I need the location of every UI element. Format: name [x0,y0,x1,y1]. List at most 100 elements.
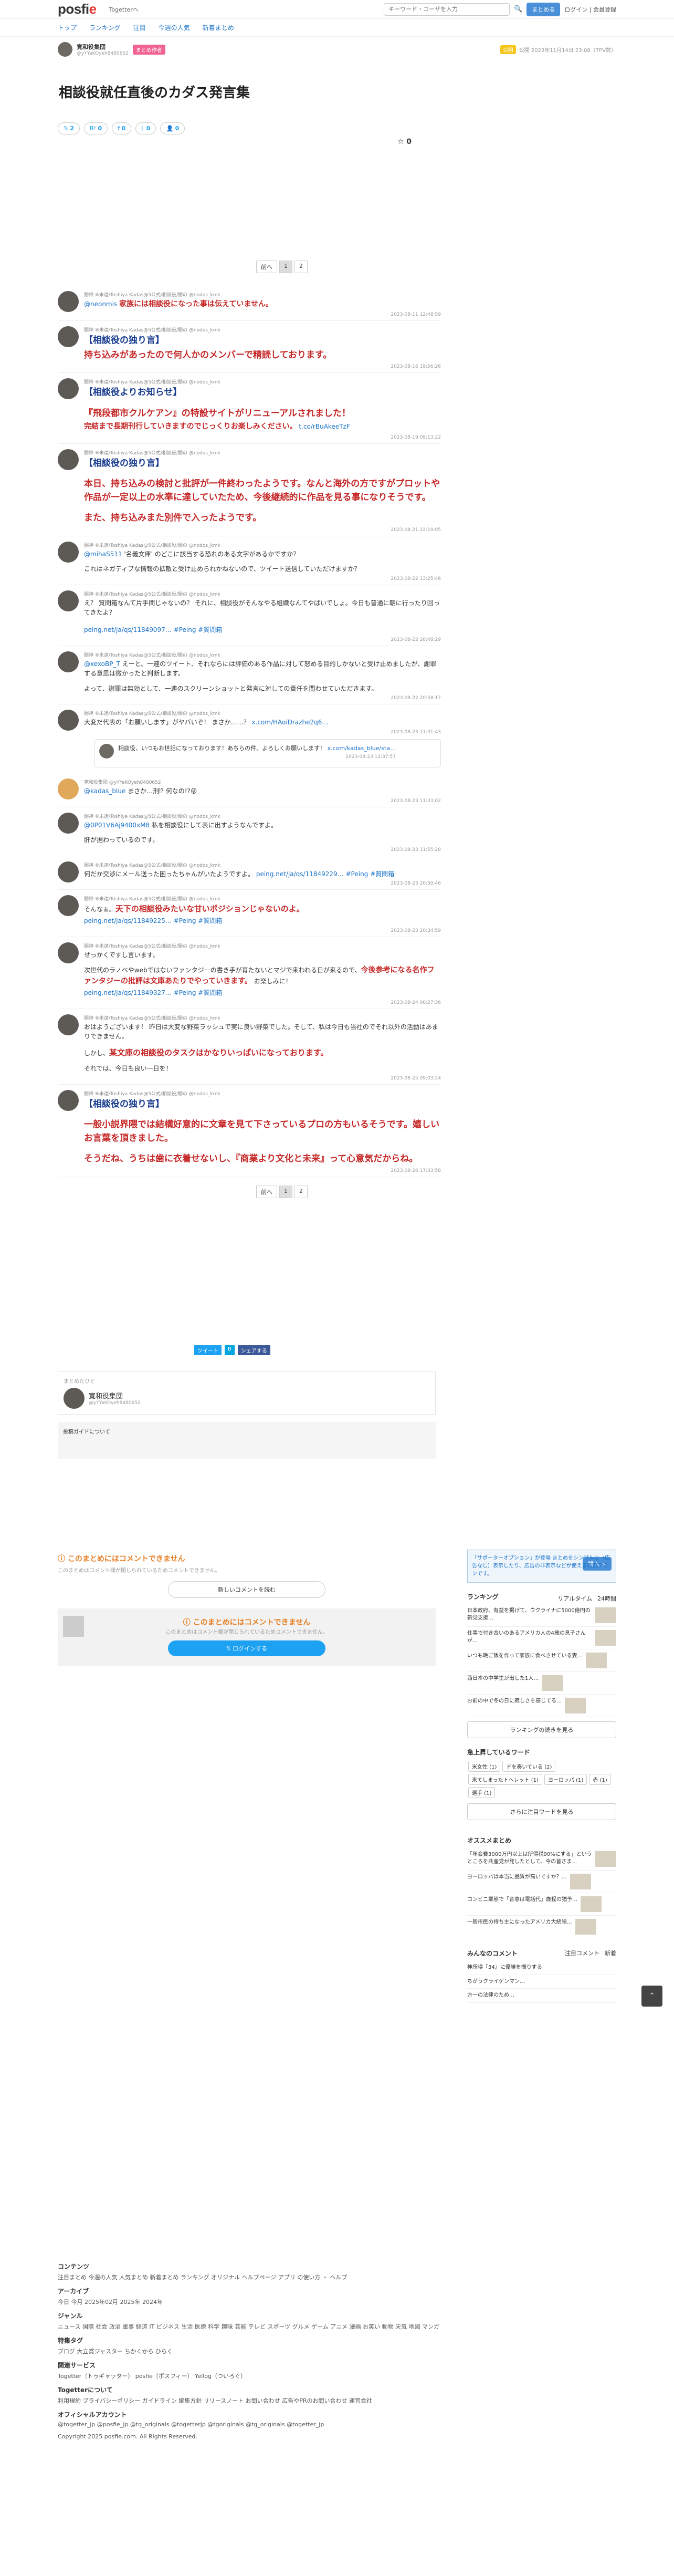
togetter-link[interactable]: Togetterへ [109,5,139,14]
matomeru-button[interactable]: まとめる [526,2,561,16]
recommended-item[interactable]: 「年会費3000万円以上は所得税90%にする」というところを共産党が発したとして… [467,1848,616,1871]
tweet-author[interactable]: 闇神 ⑥未達/Toshiya Kadas@5公式/相談役/闇の @nodos_k… [84,895,441,902]
tweet-avatar[interactable] [58,710,79,731]
mention-link[interactable]: @neonmis [84,300,117,308]
login-button[interactable]: 𝕏 ログインする [168,1640,325,1656]
author-name[interactable]: 寛和役集団 [77,43,129,51]
footer-related-links[interactable]: Togetter（トゥギャッター） posfie（ポスフィー） Yellog（つ… [58,2372,616,2380]
tweet-author[interactable]: 寛和役集団 @yYYaKOyeh8480652 [84,778,441,785]
recommended-item[interactable]: 一般市民の持ち主になったアメリカ大統領… [467,1916,616,1938]
ranking-item[interactable]: 西日本の中学生が出した1人… [467,1672,616,1695]
tweet-link[interactable]: peing.net/ja/qs/11849225… #Peing #質問箱 [84,917,222,925]
tweet-link[interactable]: peing.net/ja/qs/11849327… #Peing #質問箱 [84,989,222,996]
login-link[interactable]: ログイン | 会員登録 [564,5,616,14]
tweet-avatar[interactable] [58,895,79,917]
tweet-avatar[interactable] [58,1089,79,1111]
comment-item[interactable]: 神所得『34』に優勝を撮りする [467,1961,616,1975]
author-avatar[interactable] [58,42,72,57]
mention-link[interactable]: @xexoBP_T [84,660,120,668]
recommended-item[interactable]: コンビニ業態で「合意は電話代」歳程の猶予… [467,1893,616,1916]
tweet-link[interactable]: peing.net/ja/qs/11849097… #Peing #質問箱 [84,626,222,633]
guide-note-title[interactable]: 投稿ガイドについて [63,1429,110,1435]
search-icon[interactable]: 🔍 [514,5,522,13]
tweet-avatar[interactable] [58,590,79,611]
hatena-bookmark-button[interactable]: B [225,1345,235,1355]
trending-tag[interactable]: 選手 (1) [468,1787,496,1798]
tweet-avatar[interactable] [58,449,79,470]
tweet-author[interactable]: 闇神 ⑥未達/Toshiya Kadas@5公式/相談役/闇の @nodos_k… [84,1014,441,1021]
footer-official-links[interactable]: @togetter_jp @posfie_jp @tg_originals @t… [58,2421,616,2428]
ranking-item[interactable]: いつも晩ご飯を作って家族に食べさせている妻… [467,1649,616,1672]
tweet-author[interactable]: 闇神 ⑥未達/Toshiya Kadas@5公式/相談役/闇の @nodos_k… [84,291,441,298]
ranking-item[interactable]: 日本政府、有益を掲げて、ウクライナに5000億円の新党支援… [467,1604,616,1627]
ranking-more-button[interactable]: ランキングの続きを見る [467,1721,616,1738]
tweet-date[interactable]: 2023-08-24 00:27:36 [84,1000,441,1005]
ranking-item[interactable]: 仕事で付き合いのあるアメリカ人の4歳の息子さんが… [467,1627,616,1649]
tweet-date[interactable]: 2023-08-25 09:03:24 [84,1076,441,1081]
tweet-date[interactable]: 2023-08-23 11:31:43 [84,730,441,735]
pager-page-1[interactable]: 1 [279,261,292,273]
tweet-author[interactable]: 闇神 ⑥未達/Toshiya Kadas@5公式/相談役/闇の @nodos_k… [84,449,441,456]
tweet-date[interactable]: 2023-08-23 11:55:28 [84,847,441,853]
tweet-link[interactable]: peing.net/ja/qs/11849229… #Peing #質問箱 [256,870,394,878]
line-share-button[interactable]: L 0 [135,122,156,134]
tab-notable-comments[interactable]: 注目コメント [565,1949,599,1961]
search-input[interactable] [384,3,510,16]
trending-more-button[interactable]: さらに注目ワードを見る [467,1803,616,1820]
nav-weekly[interactable]: 今週の人気 [159,23,190,32]
pager-page-2[interactable]: 2 [294,1185,308,1198]
tweet-date[interactable]: 2023-08-16 19:56:26 [84,364,441,369]
tweet-date[interactable]: 2023-08-22 20:58:17 [84,695,441,701]
footer-content-links[interactable]: 注目まとめ 今週の人気 人気まとめ 新着まとめ ランキング オリジナル ヘルプペ… [58,2273,616,2281]
tweet-avatar[interactable] [58,651,79,672]
pager-page-2[interactable]: 2 [294,261,308,273]
tweet-date[interactable]: 2023-08-21 22:19:05 [84,527,441,533]
favorite-button[interactable]: ☆ 0 [397,138,412,146]
trending-tag[interactable]: ヨーロッパ (1) [544,1774,587,1785]
tweet-date[interactable]: 2023-08-23 20:34:59 [84,928,441,933]
recommended-item[interactable]: ヨーロッパは本当に品質が高いですか？… [467,1871,616,1893]
facebook-share-button[interactable]: シェアする [237,1345,270,1355]
tweet-date[interactable]: 2023-08-11 12:48:59 [84,312,441,317]
tweet-avatar[interactable] [58,1014,79,1035]
comment-item[interactable]: 方一の法律のため… [467,1989,616,2003]
nav-new[interactable]: 新着まとめ [203,23,234,32]
tweet-date[interactable]: 2023-08-22 20:48:29 [84,637,441,642]
author-box-avatar[interactable] [64,1387,85,1409]
tweet-author[interactable]: 闇神 ⑥未達/Toshiya Kadas@5公式/相談役/闇の @nodos_k… [84,590,441,597]
tweet-date[interactable]: 2023-08-19 09:13:22 [84,435,441,440]
supporter-banner[interactable]: 「サポーターオプション」が登場 まとめをシンプルに（広告なし）表示したり、広告の… [467,1550,616,1583]
tweet-author[interactable]: 闇神 ⑥未達/Toshiya Kadas@5公式/相談役/闇の @nodos_k… [84,710,441,716]
tweet-author[interactable]: 闇神 ⑥未達/Toshiya Kadas@5公式/相談役/闇の @nodos_k… [84,651,441,658]
tab-24h[interactable]: 24時間 [597,1594,616,1603]
tweet-avatar[interactable] [58,861,79,882]
footer-special-links[interactable]: ブログ 大立賞ジャスター ちかくから ひらく [58,2347,616,2355]
tweet-avatar[interactable] [58,942,79,963]
tab-realtime[interactable]: リアルタイム [557,1594,592,1603]
tweet-avatar[interactable] [58,541,79,563]
tweet-date[interactable]: 2023-08-23 11:33:02 [84,798,441,804]
hatena-share-button[interactable]: B! 0 [84,122,108,134]
author-box-name[interactable]: 寛和役集団 [89,1390,141,1400]
tweet-author[interactable]: 闇神 ⑥未達/Toshiya Kadas@5公式/相談役/闇の @nodos_k… [84,813,441,819]
tweet-avatar[interactable] [58,291,79,312]
tweet-link[interactable]: x.com/HAoiDrazhe2q6… [251,719,328,726]
tweet-avatar[interactable] [58,778,79,800]
tweet-date[interactable]: 2023-08-26 17:33:58 [84,1168,441,1173]
tweet-author[interactable]: 闇神 ⑥未達/Toshiya Kadas@5公式/相談役/闇の @nodos_k… [84,542,441,548]
mention-link[interactable]: @kadas_blue [84,787,125,795]
tweet-author[interactable]: 闇神 ⑥未達/Toshiya Kadas@5公式/相談役/闇の @nodos_k… [84,378,441,385]
tweet-avatar[interactable] [58,812,79,834]
tweet-date[interactable]: 2023-08-23 20:30:46 [84,881,441,886]
pager-prev[interactable]: 前へ [256,1185,277,1198]
posfie-logo[interactable]: posfie [58,1,97,17]
quoted-tweet[interactable]: 相談役、いつもお世話になっております！あちらの件、よろしくお願いします！ x.c… [94,739,441,768]
trending-tag[interactable]: 米女性 (1) [468,1761,501,1772]
footer-genre-links[interactable]: ニュース 国際 社会 政治 軍事 経済 IT ビジネス 生活 医療 科学 趣味 … [58,2322,616,2331]
mention-link[interactable]: @0P01V6Aj9400xM8 [84,822,150,829]
tweet-share-button[interactable]: ツイート [194,1345,222,1355]
pager-prev[interactable]: 前へ [256,261,277,273]
tweet-date[interactable]: 2023-08-22 13:25:46 [84,576,441,581]
nav-ranking[interactable]: ランキング [89,23,121,32]
tweet-author[interactable]: 闇神 ⑥未達/Toshiya Kadas@5公式/相談役/闇の @nodos_k… [84,861,441,868]
